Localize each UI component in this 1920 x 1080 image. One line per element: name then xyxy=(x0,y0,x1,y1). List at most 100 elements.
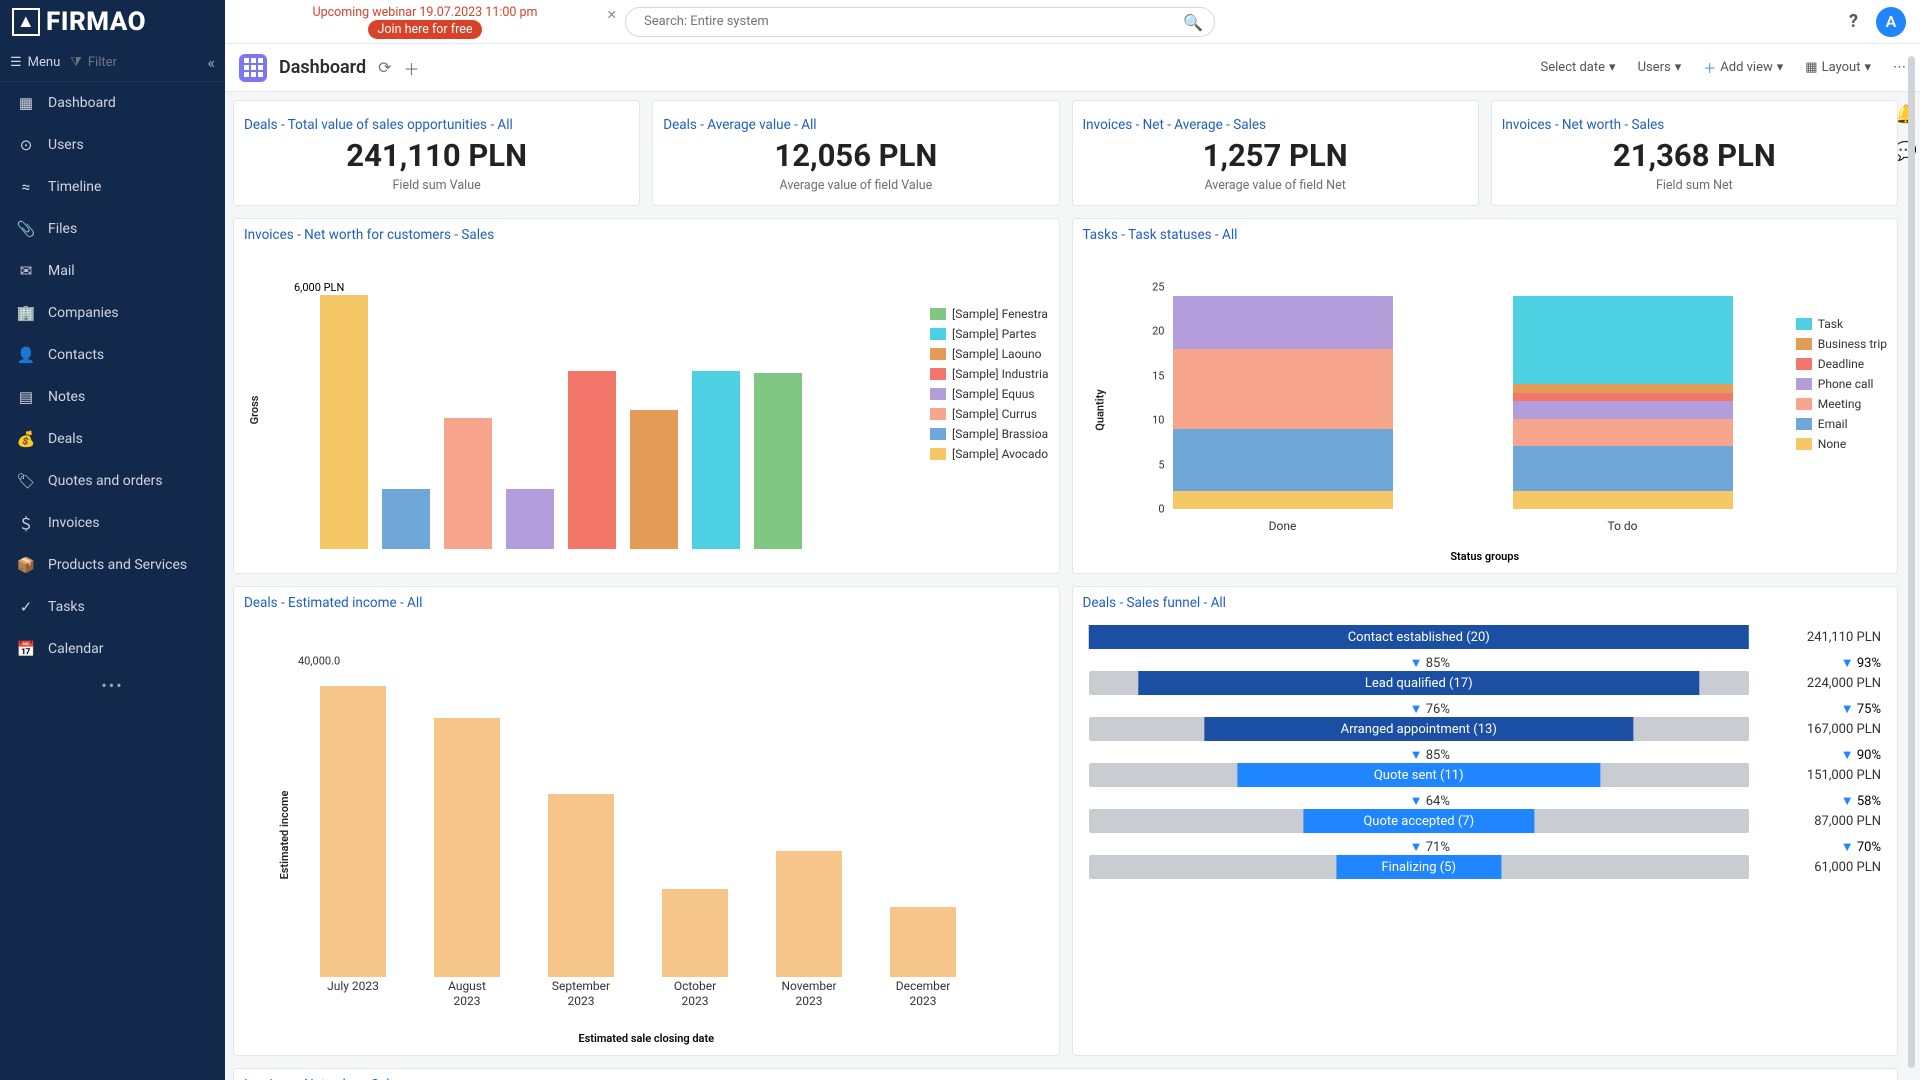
filter-toggle[interactable]: ⧩ Filter xyxy=(70,55,117,70)
legend-item[interactable]: Meeting xyxy=(1796,397,1887,411)
mail-icon: ✉ xyxy=(16,262,36,280)
products and services-icon: 📦 xyxy=(16,556,36,574)
legend-item[interactable]: [Sample] Currus xyxy=(930,407,1048,421)
page: Dashboard ⟳ ＋ Select date ▾ Users ▾ ＋ Ad… xyxy=(225,44,1920,1080)
sidebar-item-label: Files xyxy=(48,221,77,237)
help-icon[interactable]: ? xyxy=(1849,11,1858,32)
dashboard-grid: Deals - Total value of sales opportuniti… xyxy=(225,92,1920,1080)
funnel-track[interactable]: Lead qualified (17) xyxy=(1089,671,1750,695)
search-icon[interactable]: 🔍 xyxy=(1183,13,1203,32)
sidebar-item-contacts[interactable]: 👤Contacts xyxy=(0,334,225,376)
calendar-icon: 📅 xyxy=(16,640,36,658)
funnel-stage: Quote accepted (7) 87,000 PLN xyxy=(1089,809,1882,833)
legend-item[interactable]: [Sample] Fenestra xyxy=(930,307,1048,321)
metric-title[interactable]: Deals - Total value of sales opportuniti… xyxy=(234,109,639,137)
sidebar-item-companies[interactable]: 🏢Companies xyxy=(0,292,225,334)
card-title[interactable]: Deals - Estimated income - All xyxy=(234,587,1059,615)
sidebar-item-calendar[interactable]: 📅Calendar xyxy=(0,628,225,670)
sidebar-item-notes[interactable]: ▤Notes xyxy=(0,376,225,418)
legend-item[interactable]: [Sample] Brassioa xyxy=(930,427,1048,441)
legend-item[interactable]: None xyxy=(1796,437,1887,451)
legend-item[interactable]: Phone call xyxy=(1796,377,1887,391)
layout-button[interactable]: ▦ Layout ▾ xyxy=(1805,60,1871,75)
sidebar-item-timeline[interactable]: ≈Timeline xyxy=(0,166,225,208)
metric-card: Deals - Total value of sales opportuniti… xyxy=(233,100,640,206)
funnel-value: 61,000 PLN xyxy=(1771,860,1881,875)
funnel-conversion: ▼ 71% xyxy=(1089,839,1772,855)
avatar[interactable]: A xyxy=(1876,7,1906,37)
metric-subtitle: Field sum Net xyxy=(1492,178,1897,193)
legend-item[interactable]: Business trip xyxy=(1796,337,1887,351)
legend-item[interactable]: Task xyxy=(1796,317,1887,331)
brand-logo[interactable]: ▲FIRMAO xyxy=(0,0,225,44)
funnel-value: 87,000 PLN xyxy=(1771,814,1881,829)
x-cat: November 2023 xyxy=(776,979,842,1009)
collapse-icon[interactable]: « xyxy=(207,53,215,72)
sidebar-item-dashboard[interactable]: ▦Dashboard xyxy=(0,82,225,124)
legend-item[interactable]: [Sample] Equus xyxy=(930,387,1048,401)
add-view-button[interactable]: ＋ Add view ▾ xyxy=(1703,58,1783,77)
webinar-cta[interactable]: Join here for free xyxy=(368,20,483,39)
filter-label: Filter xyxy=(88,55,117,70)
add-tab-icon[interactable]: ＋ xyxy=(404,56,420,80)
scrollbar[interactable] xyxy=(1908,56,1915,1068)
sidebar-item-deals[interactable]: 💰Deals xyxy=(0,418,225,460)
funnel-track[interactable]: Arranged appointment (13) xyxy=(1089,717,1750,741)
webinar-link[interactable]: Upcoming webinar 19.07.2023 11:00 pm xyxy=(312,5,537,20)
legend-item[interactable]: Email xyxy=(1796,417,1887,431)
funnel-track[interactable]: Quote sent (11) xyxy=(1089,763,1750,787)
sidebar-item-files[interactable]: 📎Files xyxy=(0,208,225,250)
more-icon[interactable]: ⋯ xyxy=(1893,60,1906,75)
metric-title[interactable]: Invoices - Net worth - Sales xyxy=(1492,109,1897,137)
funnel-track[interactable]: Finalizing (5) xyxy=(1089,855,1750,879)
card-title[interactable]: Invoices - Net value - Sales xyxy=(234,1069,1897,1080)
select-date-button[interactable]: Select date ▾ xyxy=(1541,60,1616,75)
card-sales-funnel: Deals - Sales funnel - All Contact estab… xyxy=(1072,586,1899,1056)
metric-title[interactable]: Invoices - Net - Average - Sales xyxy=(1073,109,1478,137)
menu-toggle[interactable]: ☰ Menu xyxy=(10,55,60,70)
funnel-track[interactable]: Quote accepted (7) xyxy=(1089,809,1750,833)
metric-title[interactable]: Deals - Average value - All xyxy=(653,109,1058,137)
y-axis-label: Quantity xyxy=(1093,389,1106,431)
legend-item[interactable]: [Sample] Partes xyxy=(930,327,1048,341)
sidebar-more[interactable]: ••• xyxy=(0,670,225,701)
sidebar-item-label: Products and Services xyxy=(48,557,187,573)
funnel-value: 224,000 PLN xyxy=(1771,676,1881,691)
legend-item[interactable]: Deadline xyxy=(1796,357,1887,371)
legend-item[interactable]: [Sample] Industria xyxy=(930,367,1048,381)
x-cat: To do xyxy=(1513,519,1733,533)
dashboard-toolbar: Dashboard ⟳ ＋ Select date ▾ Users ▾ ＋ Ad… xyxy=(225,44,1920,92)
sidebar-item-quotes and orders[interactable]: 🏷Quotes and orders xyxy=(0,460,225,502)
sidebar-item-users[interactable]: ⊙Users xyxy=(0,124,225,166)
webinar-banner: Upcoming webinar 19.07.2023 11:00 pm Joi… xyxy=(225,5,625,39)
card-title[interactable]: Deals - Sales funnel - All xyxy=(1073,587,1898,615)
sidebar-item-invoices[interactable]: ＄Invoices xyxy=(0,502,225,544)
card-net-value: Invoices - Net value - Sales xyxy=(233,1068,1898,1080)
deals-icon: 💰 xyxy=(16,430,36,448)
card-title[interactable]: Tasks - Task statuses - All xyxy=(1073,219,1898,247)
sidebar-item-products and services[interactable]: 📦 Products and Services xyxy=(0,544,225,586)
card-estimated-income: Deals - Estimated income - All Estimated… xyxy=(233,586,1060,1056)
card-title[interactable]: Invoices - Net worth for customers - Sal… xyxy=(234,219,1059,247)
funnel-value: 151,000 PLN xyxy=(1771,768,1881,783)
sidebar-item-label: Tasks xyxy=(48,599,85,615)
legend-item[interactable]: [Sample] Avocado xyxy=(930,447,1048,461)
funnel-delta: ▼ 58% xyxy=(1771,793,1881,809)
legend-item[interactable]: [Sample] Laouno xyxy=(930,347,1048,361)
chart-task-status: Quantity 2520151050 xyxy=(1073,247,1898,573)
sidebar-item-label: Companies xyxy=(48,305,119,321)
sidebar-item-mail[interactable]: ✉Mail xyxy=(0,250,225,292)
sidebar-item-label: Users xyxy=(48,137,84,153)
funnel-track[interactable]: Contact established (20) xyxy=(1089,625,1750,649)
refresh-icon[interactable]: ⟳ xyxy=(378,58,391,77)
users-filter-button[interactable]: Users ▾ xyxy=(1638,60,1682,75)
sidebar-item-label: Dashboard xyxy=(48,95,116,111)
notes-icon: ▤ xyxy=(16,388,36,406)
sidebar-item-tasks[interactable]: ✓Tasks xyxy=(0,586,225,628)
funnel-stage: Quote sent (11) 151,000 PLN xyxy=(1089,763,1882,787)
search-input[interactable] xyxy=(625,7,1215,37)
close-icon[interactable]: ✕ xyxy=(607,7,617,23)
funnel-stage: Contact established (20) 241,110 PLN xyxy=(1089,625,1882,649)
x-cat: December 2023 xyxy=(890,979,956,1009)
x-axis-label: Estimated sale closing date xyxy=(578,1032,714,1045)
